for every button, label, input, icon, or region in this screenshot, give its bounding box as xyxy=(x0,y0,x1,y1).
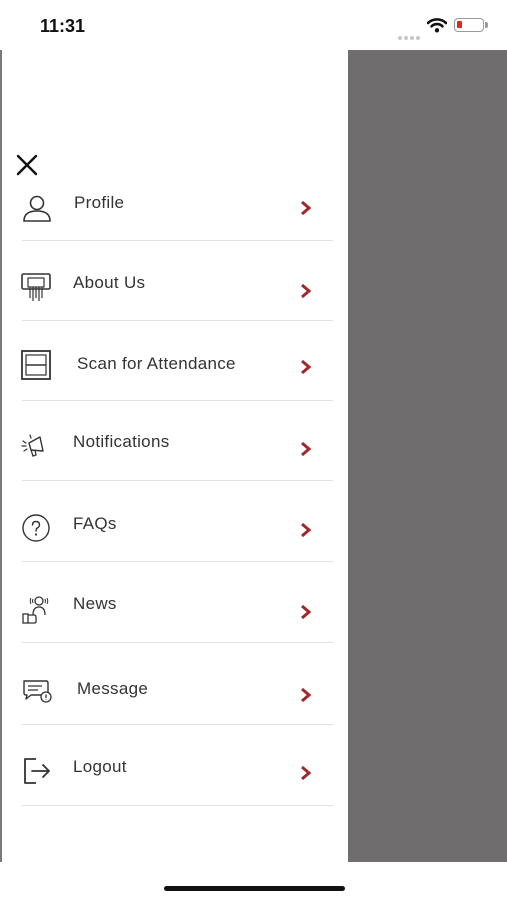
menu-item-news[interactable]: News xyxy=(2,582,348,642)
menu-label-profile: Profile xyxy=(74,193,125,212)
menu-item-faqs[interactable]: FAQs xyxy=(2,502,348,560)
battery-level xyxy=(457,21,462,28)
about-icon xyxy=(21,273,51,301)
bottom-safe-area xyxy=(0,862,507,900)
menu-label-news: News xyxy=(73,594,117,613)
divider xyxy=(22,561,333,562)
divider xyxy=(22,642,333,643)
battery-low-icon xyxy=(454,18,488,32)
megaphone-icon xyxy=(21,434,44,457)
divider xyxy=(22,400,333,401)
chevron-right-icon xyxy=(301,200,312,216)
chevron-right-icon xyxy=(301,604,312,620)
menu-item-message[interactable]: Message xyxy=(2,664,348,724)
menu-item-profile[interactable]: Profile xyxy=(2,180,348,240)
wifi-icon xyxy=(427,18,447,33)
dimmed-overlay[interactable] xyxy=(348,50,507,862)
chevron-right-icon xyxy=(301,687,312,703)
menu-item-about-us[interactable]: About Us xyxy=(2,260,348,320)
divider xyxy=(22,480,333,481)
menu-label-faqs: FAQs xyxy=(73,514,117,533)
logout-icon xyxy=(24,758,50,784)
menu-item-logout[interactable]: Logout xyxy=(2,744,348,804)
user-icon xyxy=(23,195,51,222)
status-bar: 11:31 xyxy=(0,0,507,50)
menu-item-scan-for-attendance[interactable]: Scan for Attendance xyxy=(2,342,348,400)
chevron-right-icon xyxy=(301,441,312,457)
chevron-right-icon xyxy=(301,522,312,538)
menu-label-logout: Logout xyxy=(73,757,127,776)
message-icon xyxy=(23,680,52,703)
chevron-right-icon xyxy=(301,765,312,781)
home-indicator[interactable] xyxy=(164,886,345,891)
menu-item-notifications[interactable]: Notifications xyxy=(2,420,348,480)
menu-label-scan-for-attendance: Scan for Attendance xyxy=(77,354,236,373)
menu-label-notifications: Notifications xyxy=(73,432,170,451)
divider xyxy=(22,724,333,725)
scan-icon xyxy=(21,350,51,380)
navigation-drawer: Profile About Us Scan for Attendance Not… xyxy=(2,50,348,862)
chevron-right-icon xyxy=(301,283,312,299)
divider xyxy=(22,805,333,806)
menu-label-about-us: About Us xyxy=(73,273,146,292)
close-icon[interactable] xyxy=(14,152,42,180)
news-icon xyxy=(22,596,49,624)
chevron-right-icon xyxy=(301,359,312,375)
signal-dots-icon xyxy=(398,27,422,40)
divider xyxy=(22,320,333,321)
status-time: 11:31 xyxy=(40,16,86,36)
question-icon xyxy=(22,514,50,542)
divider xyxy=(22,240,333,241)
menu-label-message: Message xyxy=(77,679,149,698)
